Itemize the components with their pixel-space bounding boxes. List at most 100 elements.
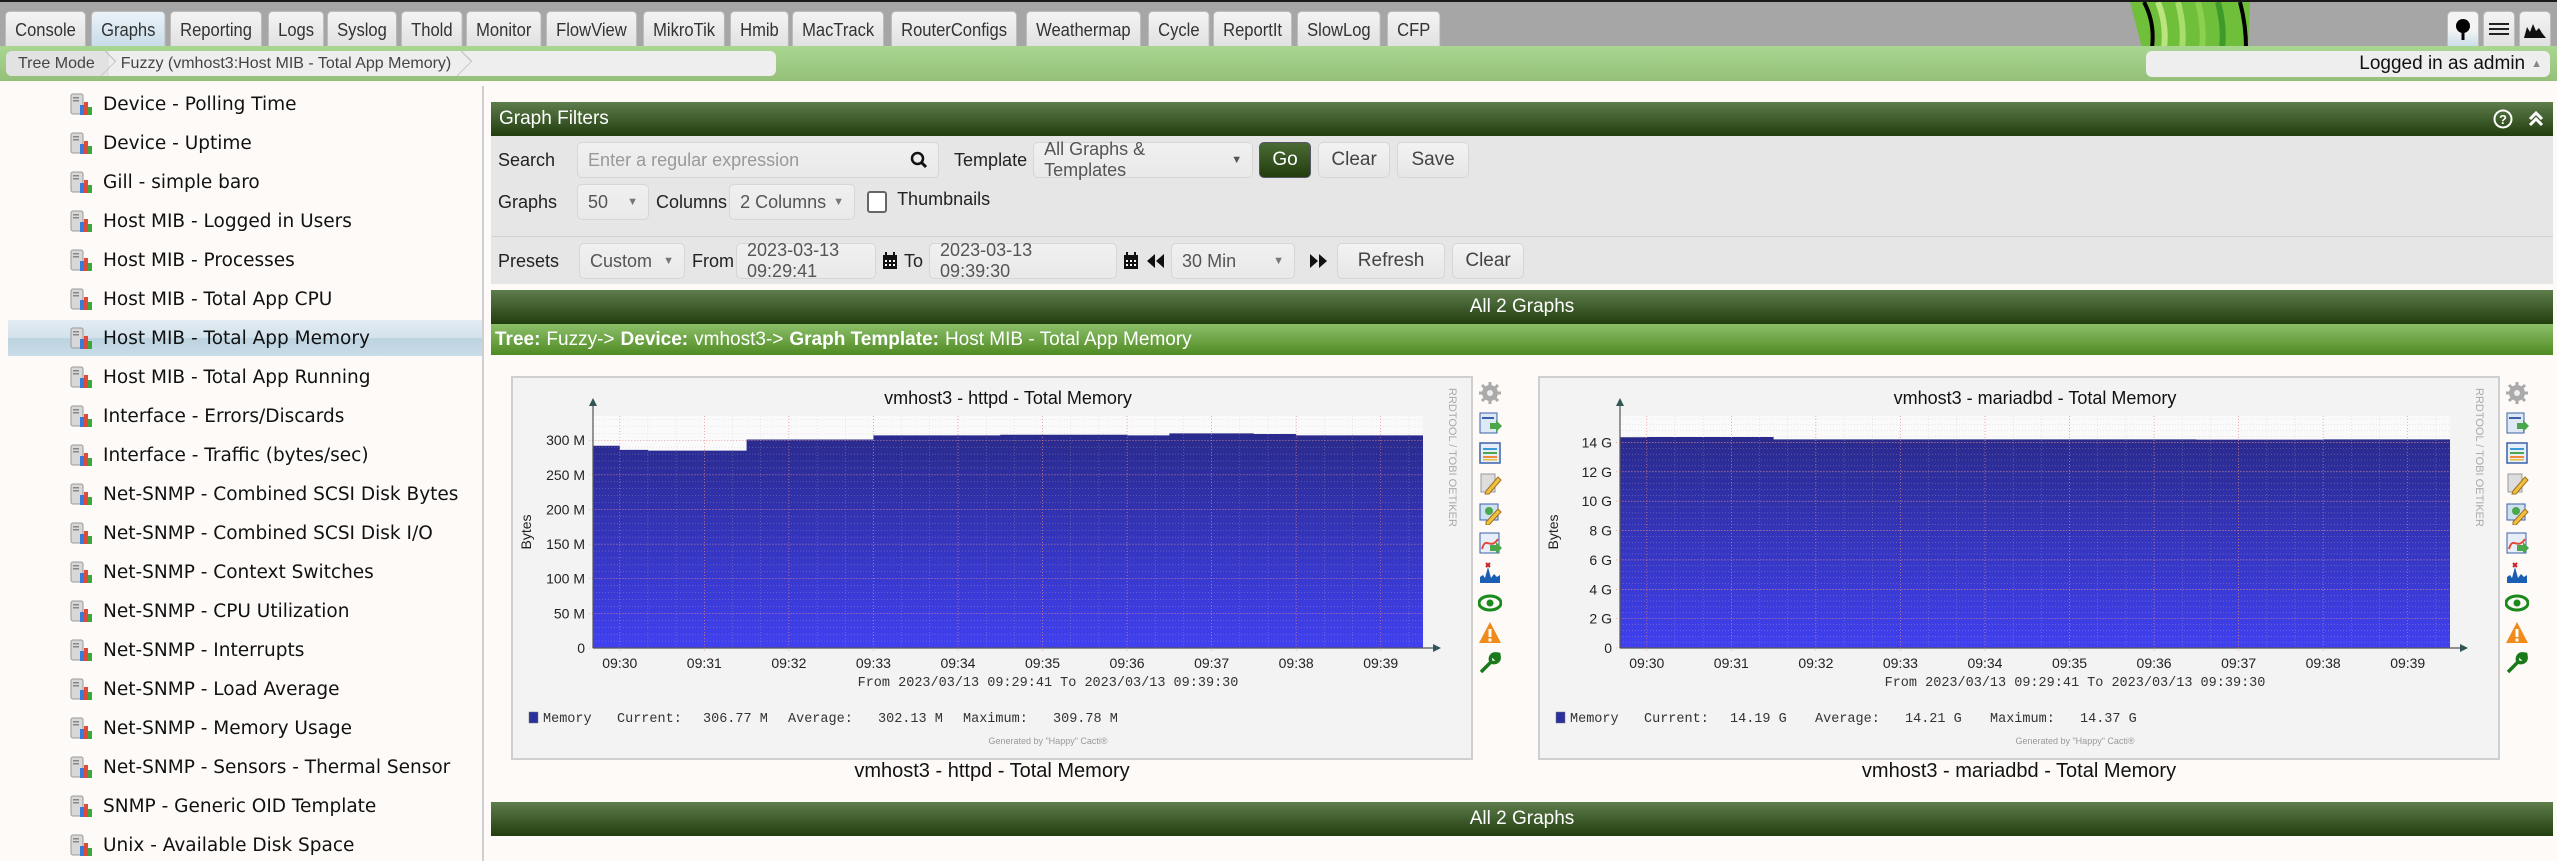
spike-kill-button[interactable] xyxy=(1477,560,1503,585)
tree-item[interactable]: Net-SNMP - Interrupts xyxy=(8,632,482,668)
edit-graph-button[interactable] xyxy=(1477,470,1503,495)
preview-view-icon xyxy=(2524,24,2546,38)
timespan-select[interactable]: 30 Min ▼ xyxy=(1171,243,1296,279)
tree-item[interactable]: Net-SNMP - Load Average xyxy=(8,671,482,707)
realtime-view-button[interactable] xyxy=(1477,590,1503,615)
from-calendar-button[interactable] xyxy=(882,252,898,270)
user-menu[interactable]: Logged in as admin ▲ xyxy=(2146,51,2550,77)
realtime-view-icon xyxy=(1478,594,1502,611)
columns-select[interactable]: 2 Columns ▼ xyxy=(729,184,856,220)
tree-item[interactable]: Device - Polling Time xyxy=(8,86,482,122)
results-footer-label: All 2 Graphs xyxy=(1469,808,1575,829)
graph-legend-button[interactable] xyxy=(1477,440,1503,465)
tab-reportit[interactable]: ReportIt xyxy=(1213,11,1293,48)
search-input[interactable]: Enter a regular expression xyxy=(577,142,940,178)
tab-slowlog[interactable]: SlowLog xyxy=(1297,11,1382,48)
to-date-input[interactable]: 2023-03-13 09:39:30 xyxy=(929,240,1118,281)
calendar-icon xyxy=(1124,252,1139,269)
tree-item[interactable]: Interface - Traffic (bytes/sec) xyxy=(8,437,482,473)
tree-item[interactable]: Host MIB - Processes xyxy=(8,242,482,278)
edit-device-button[interactable] xyxy=(2504,500,2530,525)
tree-item[interactable]: Net-SNMP - Context Switches xyxy=(8,554,482,590)
spike-kill-button[interactable] xyxy=(2504,560,2530,585)
tab-graphs[interactable]: Graphs xyxy=(91,11,166,48)
clear-timespan-button[interactable]: Clear xyxy=(1452,243,1525,279)
help-icon[interactable]: ? xyxy=(2493,109,2513,129)
tab-routerconfigs[interactable]: RouterConfigs xyxy=(890,11,1017,48)
graph-template-icon xyxy=(70,249,92,271)
graph-legend-button[interactable] xyxy=(2504,440,2530,465)
realtime-view-button[interactable] xyxy=(2504,590,2530,615)
tab-console[interactable]: Console xyxy=(5,11,87,48)
collapse-icon[interactable] xyxy=(2527,110,2545,128)
breadcrumb-current[interactable]: Fuzzy (vmhost3:Host MIB - Total App Memo… xyxy=(109,51,465,76)
settings-gear-button[interactable] xyxy=(2504,380,2530,405)
tab-mactrack[interactable]: MacTrack xyxy=(792,11,885,48)
tab-syslog[interactable]: Syslog xyxy=(327,11,398,48)
tab-monitor[interactable]: Monitor xyxy=(466,11,542,48)
tree-view-tab[interactable] xyxy=(2447,11,2479,48)
tab-hmib[interactable]: Hmib xyxy=(730,11,790,48)
shift-left-button[interactable] xyxy=(1145,253,1165,269)
tools-wrench-button[interactable] xyxy=(1477,650,1503,675)
tree-item[interactable]: Host MIB - Total App Running xyxy=(8,359,482,395)
tree-item[interactable]: Gill - simple baro xyxy=(8,164,482,200)
graphs-per-page-select[interactable]: 50 ▼ xyxy=(577,184,650,220)
export-csv-button[interactable] xyxy=(2504,410,2530,435)
template-select[interactable]: All Graphs & Templates ▼ xyxy=(1033,139,1254,180)
edit-graph-button[interactable] xyxy=(2504,470,2530,495)
save-button[interactable]: Save xyxy=(1397,142,1470,178)
preview-view-tab[interactable] xyxy=(2519,11,2551,48)
presets-select[interactable]: Custom ▼ xyxy=(579,243,686,279)
dropdown-arrow-icon: ▼ xyxy=(833,196,845,208)
tab-mikrotik[interactable]: MikroTik xyxy=(642,11,726,48)
tab-label: MikroTik xyxy=(653,19,716,40)
tree-item[interactable]: Net-SNMP - Memory Usage xyxy=(8,710,482,746)
x-tick-label: 09:33 xyxy=(856,655,891,671)
thumbnails-checkbox[interactable] xyxy=(867,191,888,213)
tree-item[interactable]: Net-SNMP - Combined SCSI Disk Bytes xyxy=(8,476,482,512)
settings-gear-button[interactable] xyxy=(1477,380,1503,405)
tab-thold[interactable]: Thold xyxy=(401,11,463,48)
threshold-alert-button[interactable] xyxy=(1477,620,1503,645)
tree-item[interactable]: Net-SNMP - CPU Utilization xyxy=(8,593,482,629)
tab-label: Logs xyxy=(278,19,315,40)
graph-actions xyxy=(2504,380,2534,675)
tools-wrench-button[interactable] xyxy=(2504,650,2530,675)
tree-item[interactable]: Net-SNMP - Sensors - Thermal Sensor xyxy=(8,749,482,785)
x-tick-label: 09:37 xyxy=(1194,655,1229,671)
go-button[interactable]: Go xyxy=(1259,142,1312,178)
x-tick-label: 09:30 xyxy=(1629,655,1664,671)
clear-filter-button[interactable]: Clear xyxy=(1318,142,1391,178)
tree-item[interactable]: Host MIB - Logged in Users xyxy=(8,203,482,239)
tab-cfp[interactable]: CFP xyxy=(1386,11,1440,48)
tree-item[interactable]: Host MIB - Total App Memory xyxy=(8,320,482,356)
tree-item[interactable]: Net-SNMP - Combined SCSI Disk I/O xyxy=(8,515,482,551)
graph-image[interactable]: vmhost3 - mariadbd - Total Memory 0 2 G 4 G… xyxy=(1538,376,2500,760)
threshold-alert-button[interactable] xyxy=(2504,620,2530,645)
tab-flowview[interactable]: FlowView xyxy=(546,11,638,48)
tree-item-label: Interface - Traffic (bytes/sec) xyxy=(103,444,369,466)
tree-item[interactable]: Unix - Available Disk Space xyxy=(8,827,482,861)
refresh-button[interactable]: Refresh xyxy=(1337,243,1446,279)
tree-item[interactable]: Host MIB - Total App CPU xyxy=(8,281,482,317)
export-csv-button[interactable] xyxy=(1477,410,1503,435)
tab-weathermap[interactable]: Weathermap xyxy=(1025,11,1141,48)
edit-device-button[interactable] xyxy=(1477,500,1503,525)
zoom-graph-button[interactable] xyxy=(2504,530,2530,555)
search-icon[interactable] xyxy=(910,151,928,169)
from-date-input[interactable]: 2023-03-13 09:29:41 xyxy=(736,240,877,281)
filter-divider xyxy=(491,236,2553,237)
to-calendar-button[interactable] xyxy=(1123,252,1139,270)
tab-reporting[interactable]: Reporting xyxy=(170,11,263,48)
tab-cycle[interactable]: Cycle xyxy=(1148,11,1211,48)
zoom-graph-button[interactable] xyxy=(1477,530,1503,555)
graph-image[interactable]: vmhost3 - httpd - Total Memory 0 50 M 100 M… xyxy=(511,376,1473,760)
tab-logs[interactable]: Logs xyxy=(268,11,325,48)
tree-item[interactable]: Device - Uptime xyxy=(8,125,482,161)
shift-right-button[interactable] xyxy=(1309,253,1329,269)
list-view-tab[interactable] xyxy=(2483,11,2515,48)
tree-item[interactable]: SNMP - Generic OID Template xyxy=(8,788,482,824)
breadcrumb-tree-mode[interactable]: Tree Mode xyxy=(6,51,109,76)
tree-item[interactable]: Interface - Errors/Discards xyxy=(8,398,482,434)
